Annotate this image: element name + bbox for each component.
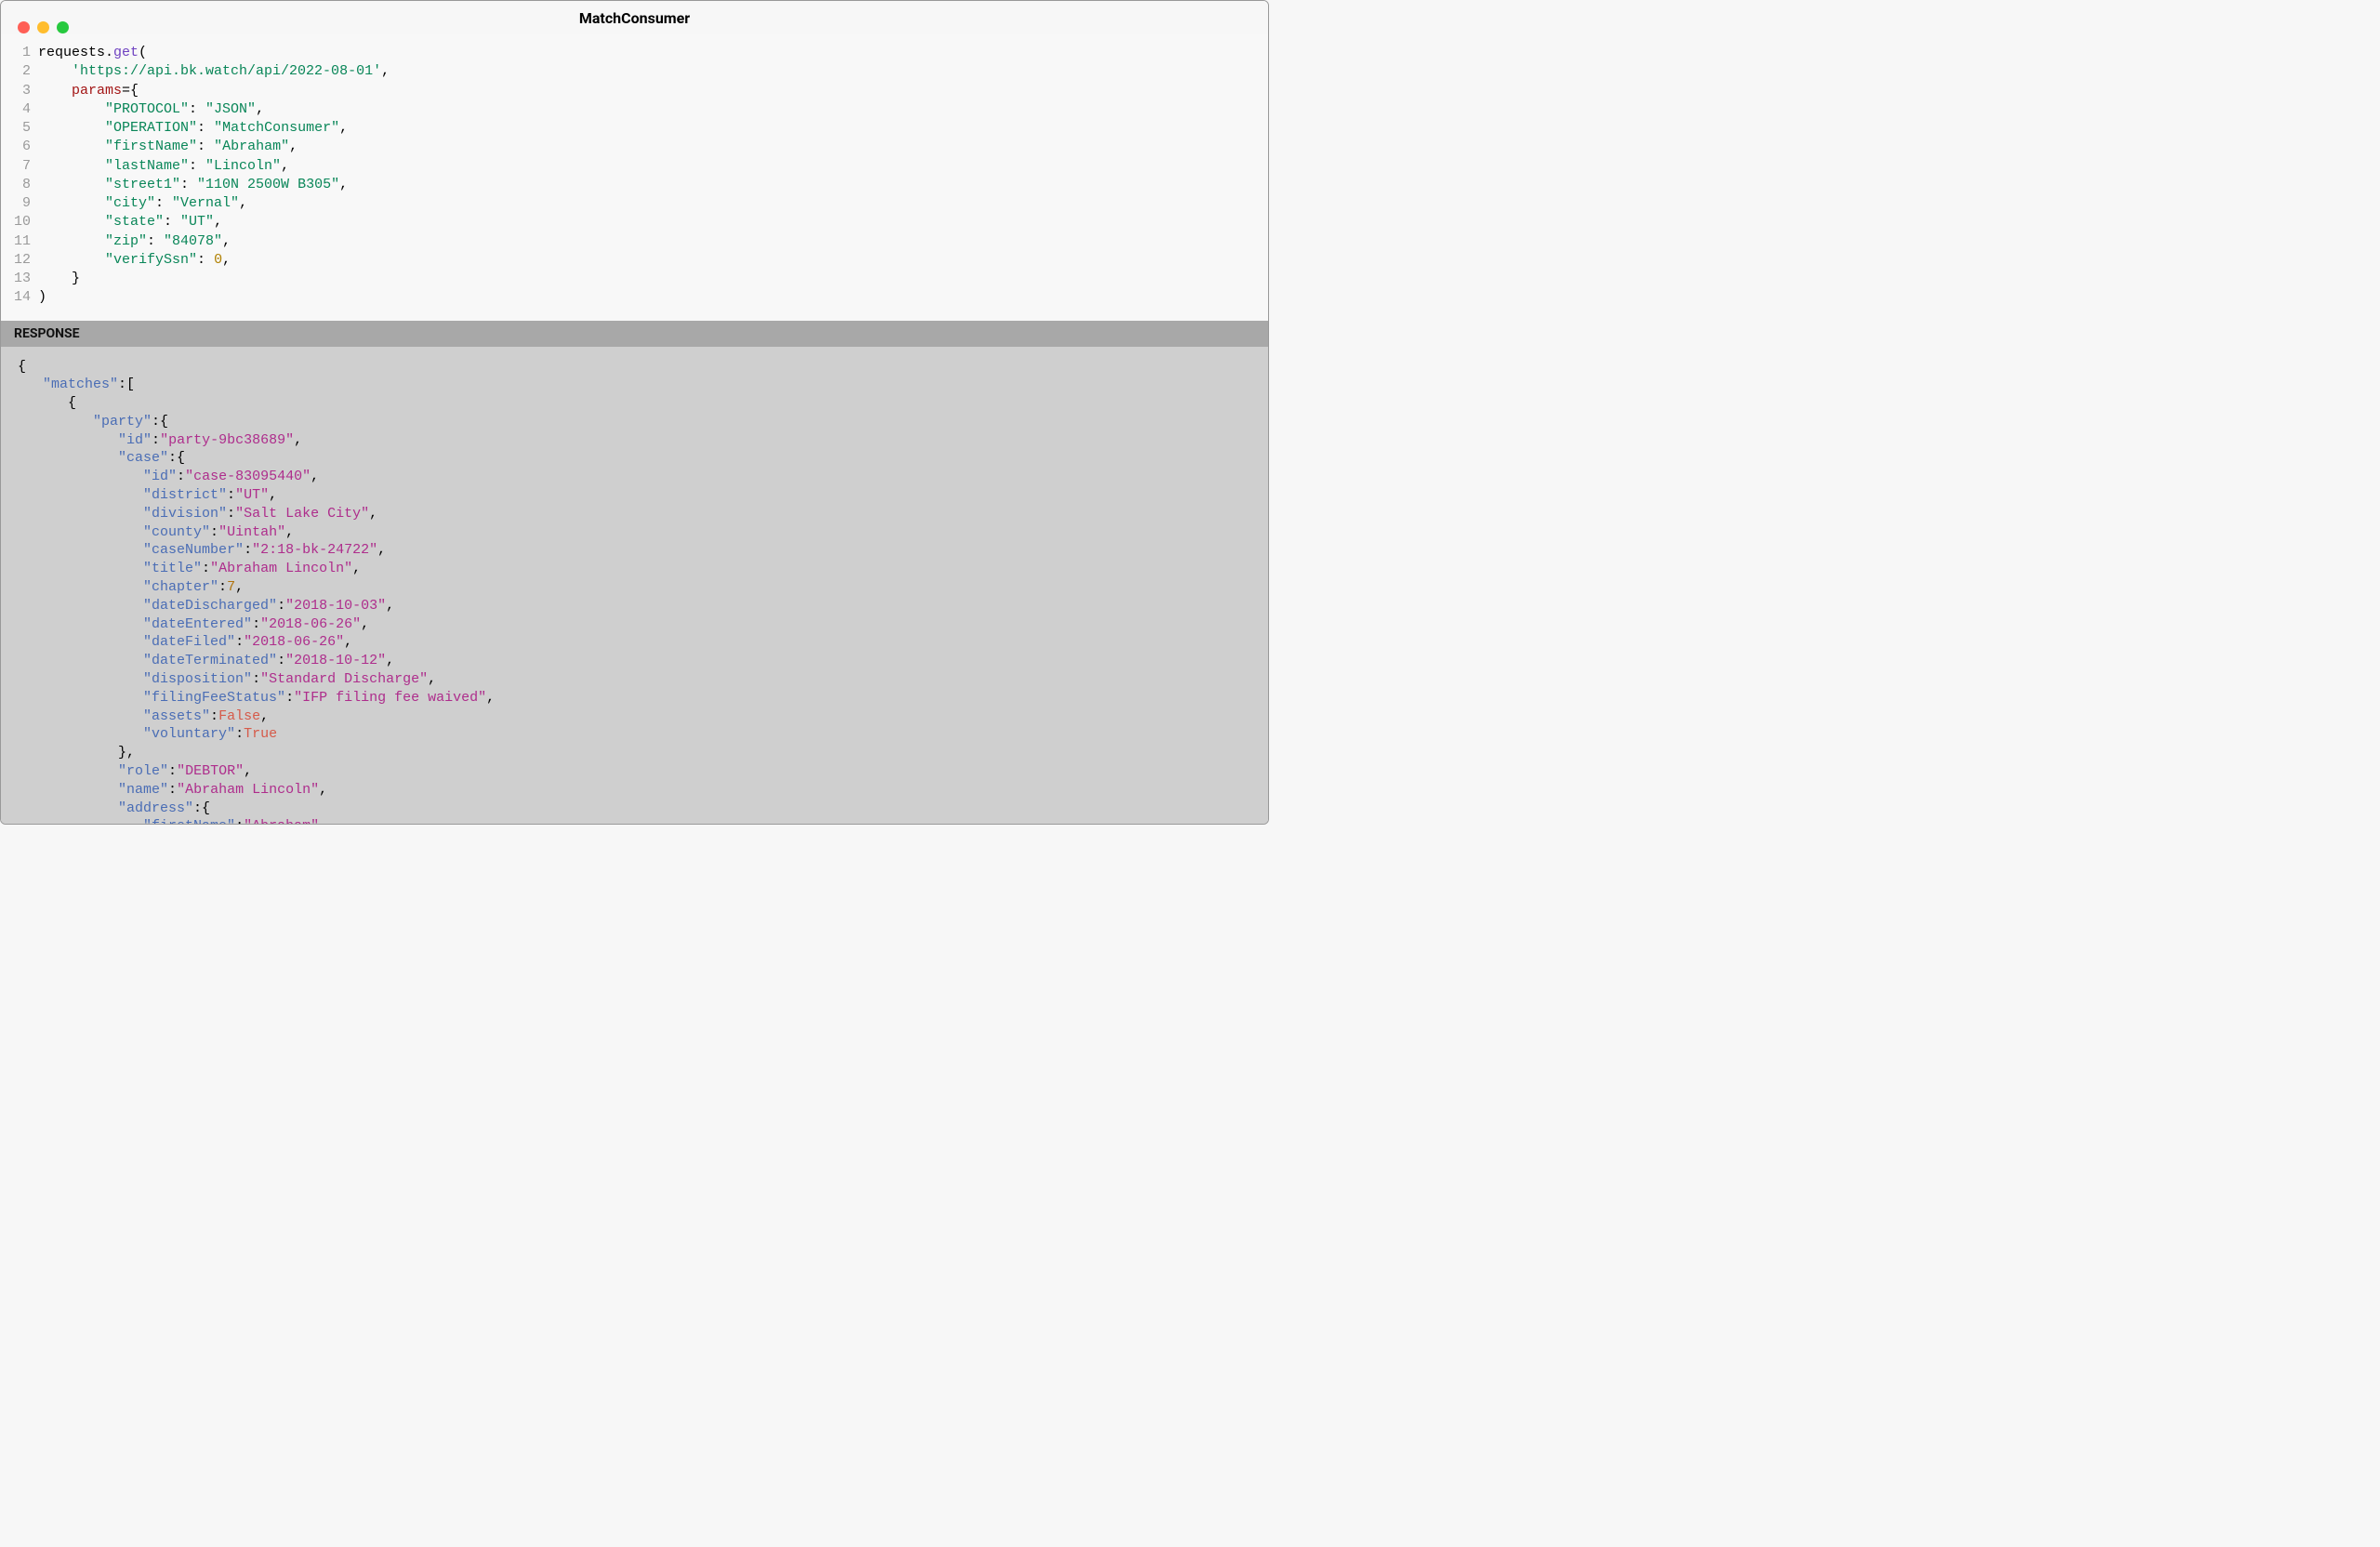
- response-header: RESPONSE: [1, 321, 1268, 347]
- code-line: 7 "lastName": "Lincoln",: [1, 157, 1268, 176]
- json-line: {: [18, 358, 1251, 377]
- code-line: 2 'https://api.bk.watch/api/2022-08-01',: [1, 62, 1268, 81]
- json-line: "case":{: [18, 449, 1251, 468]
- code-line: 14): [1, 288, 1268, 307]
- titlebar: MatchConsumer: [1, 1, 1268, 34]
- code-line: 5 "OPERATION": "MatchConsumer",: [1, 119, 1268, 138]
- code-line: 9 "city": "Vernal",: [1, 194, 1268, 213]
- line-number: 10: [1, 213, 38, 231]
- json-line: {: [18, 394, 1251, 413]
- code-line: 6 "firstName": "Abraham",: [1, 138, 1268, 156]
- maximize-icon[interactable]: [57, 21, 69, 33]
- json-line: "assets":False,: [18, 707, 1251, 726]
- code-line: 12 "verifySsn": 0,: [1, 251, 1268, 270]
- line-number: 4: [1, 100, 38, 119]
- line-number: 13: [1, 270, 38, 288]
- line-number: 14: [1, 288, 38, 307]
- traffic-lights: [18, 21, 69, 33]
- json-line: "dateTerminated":"2018-10-12",: [18, 652, 1251, 670]
- code-line: 3 params={: [1, 82, 1268, 100]
- json-line: "role":"DEBTOR",: [18, 762, 1251, 781]
- window-title: MatchConsumer: [1, 9, 1268, 27]
- request-code[interactable]: 1requests.get(2 'https://api.bk.watch/ap…: [1, 34, 1268, 321]
- minimize-icon[interactable]: [37, 21, 49, 33]
- line-number: 3: [1, 82, 38, 100]
- json-line: "id":"case-83095440",: [18, 468, 1251, 486]
- json-line: "county":"Uintah",: [18, 523, 1251, 542]
- json-line: "name":"Abraham Lincoln",: [18, 781, 1251, 800]
- line-number: 11: [1, 232, 38, 251]
- code-line: 8 "street1": "110N 2500W B305",: [1, 176, 1268, 194]
- json-line: "dateEntered":"2018-06-26",: [18, 615, 1251, 634]
- line-number: 9: [1, 194, 38, 213]
- code-line: 10 "state": "UT",: [1, 213, 1268, 231]
- json-line: },: [18, 744, 1251, 762]
- json-line: "chapter":7,: [18, 578, 1251, 597]
- line-number: 12: [1, 251, 38, 270]
- json-line: "caseNumber":"2:18-bk-24722",: [18, 541, 1251, 560]
- code-line: 1requests.get(: [1, 44, 1268, 62]
- close-icon[interactable]: [18, 21, 30, 33]
- line-number: 2: [1, 62, 38, 81]
- json-line: "filingFeeStatus":"IFP filing fee waived…: [18, 689, 1251, 707]
- code-line: 11 "zip": "84078",: [1, 232, 1268, 251]
- line-number: 8: [1, 176, 38, 194]
- json-line: "title":"Abraham Lincoln",: [18, 560, 1251, 578]
- line-number: 1: [1, 44, 38, 62]
- line-number: 7: [1, 157, 38, 176]
- code-line: 4 "PROTOCOL": "JSON",: [1, 100, 1268, 119]
- line-number: 5: [1, 119, 38, 138]
- json-line: "dateDischarged":"2018-10-03",: [18, 597, 1251, 615]
- json-line: "district":"UT",: [18, 486, 1251, 505]
- json-line: "matches":[: [18, 376, 1251, 394]
- json-line: "id":"party-9bc38689",: [18, 431, 1251, 450]
- json-line: "disposition":"Standard Discharge",: [18, 670, 1251, 689]
- line-number: 6: [1, 138, 38, 156]
- json-line: "firstName":"Abraham",: [18, 817, 1251, 824]
- json-line: "party":{: [18, 413, 1251, 431]
- json-line: "dateFiled":"2018-06-26",: [18, 633, 1251, 652]
- code-line: 13 }: [1, 270, 1268, 288]
- json-line: "address":{: [18, 800, 1251, 818]
- response-body[interactable]: { "matches":[ { "party":{ "id":"party-9b…: [1, 347, 1268, 825]
- json-line: "voluntary":True: [18, 725, 1251, 744]
- window-frame: MatchConsumer 1requests.get(2 'https://a…: [0, 0, 1269, 825]
- json-line: "division":"Salt Lake City",: [18, 505, 1251, 523]
